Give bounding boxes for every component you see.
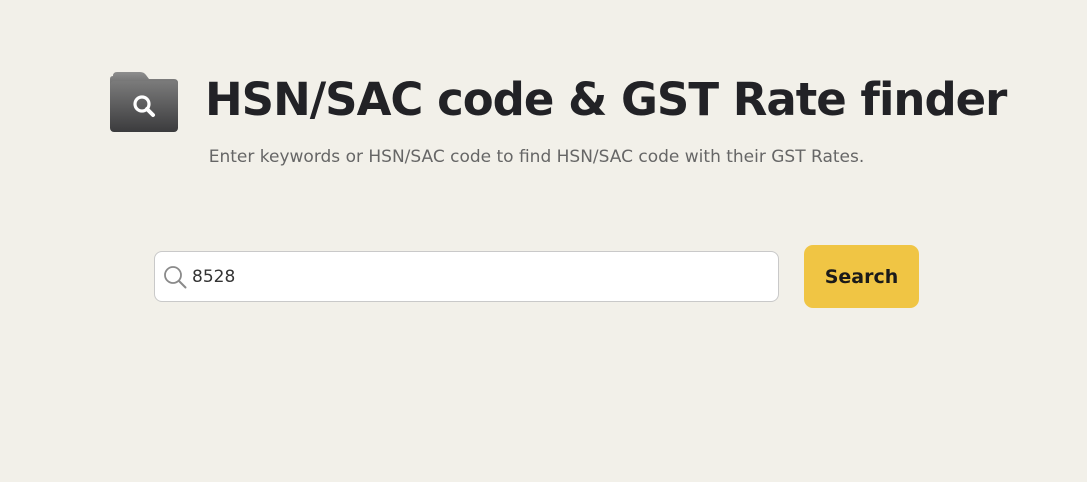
page-title: HSN/SAC code & GST Rate finder (205, 72, 1007, 126)
folder-search-icon (110, 72, 178, 132)
search-input[interactable] (192, 252, 762, 301)
search-box[interactable] (154, 251, 779, 302)
page-subtitle: Enter keywords or HSN/SAC code to find H… (208, 147, 865, 167)
page-header: HSN/SAC code & GST Rate finder (110, 66, 1007, 132)
search-button[interactable]: Search (804, 245, 919, 308)
search-icon (164, 266, 187, 289)
